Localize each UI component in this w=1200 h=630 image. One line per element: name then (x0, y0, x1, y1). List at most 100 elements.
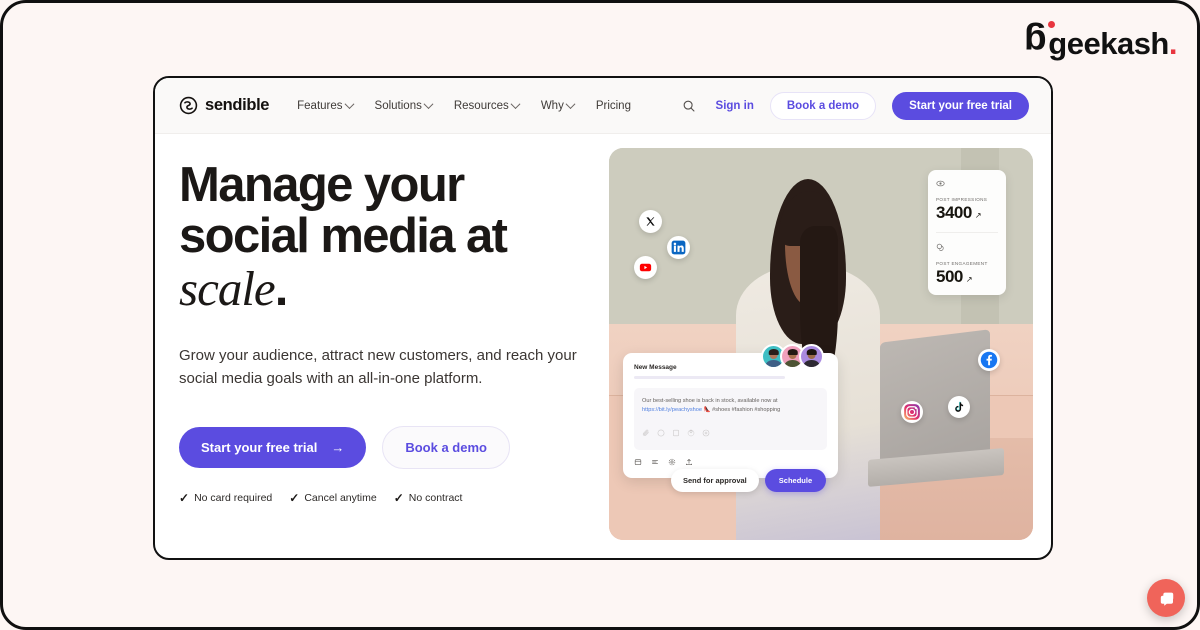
hero-cta-row: Start your free trial → Book a demo (179, 426, 597, 470)
headline-period: . (274, 261, 289, 316)
link-icon[interactable] (687, 429, 695, 437)
composer-text-emoji: 👠 (702, 407, 713, 414)
engagement-icon (936, 243, 944, 251)
upload-icon[interactable] (685, 458, 693, 466)
nav-item-why-label: Why (540, 99, 564, 112)
composer-text-plain: Our best-selling shoe is back in stock, … (642, 397, 778, 404)
composer-card: New Message Our best-selling shoe is bac… (623, 353, 838, 492)
trend-up-icon: ↗ (974, 211, 982, 220)
avatar[interactable] (799, 344, 824, 369)
nav-actions: Sign in Book a demo Start your free tria… (678, 91, 1029, 120)
nav-book-demo-button[interactable]: Book a demo (769, 91, 877, 120)
search-glyph (683, 100, 695, 112)
hero-subheading: Grow your audience, attract new customer… (179, 347, 577, 387)
nav-start-trial-button[interactable]: Start your free trial (892, 91, 1029, 120)
nav-item-resources[interactable]: Resources (454, 99, 521, 112)
nav-item-why[interactable]: Why (540, 99, 576, 112)
avatar-hair (787, 348, 798, 355)
composer-text-tags: #shoes #fashion #shopping (712, 407, 781, 414)
youtube-icon[interactable] (634, 256, 657, 279)
stat-engagement-label: POST ENGAGEMENT (936, 261, 988, 266)
headline-italic-word: scale (179, 260, 276, 316)
location-icon[interactable] (702, 429, 710, 437)
search-icon[interactable] (678, 95, 700, 117)
sendible-wordmark: sendible (205, 96, 270, 114)
photo-laptop-screen (880, 329, 991, 469)
facebook-icon[interactable] (978, 349, 1000, 371)
chat-widget-button[interactable] (1147, 579, 1185, 617)
chevron-down-icon (423, 99, 434, 110)
stat-impressions-value: 3400 (936, 203, 972, 222)
hero-media-column: POST IMPRESSIONS 3400 ↗ POST ENGAGEMENT (609, 148, 1033, 540)
tiktok-icon[interactable] (948, 396, 970, 418)
assurance-list: ✓ No card required ✓ Cancel anytime ✓ No… (179, 492, 597, 504)
site-navigation: sendible Features Solutions Resources Wh… (155, 78, 1051, 134)
image-icon[interactable] (672, 429, 680, 437)
x-glyph (646, 217, 655, 226)
check-icon: ✓ (393, 491, 404, 506)
chat-bubble-icon (1160, 592, 1173, 606)
stat-impressions-value-row: 3400 ↗ (936, 204, 998, 221)
composer-text-link[interactable]: https://bit.ly/peachyshoe (642, 407, 702, 413)
sendible-mark-icon (179, 96, 198, 115)
hero-copy-column: Manage your social media at scale. Grow … (179, 148, 597, 540)
calendar-icon[interactable] (634, 458, 642, 466)
facebook-glyph (980, 351, 998, 369)
instagram-icon[interactable] (901, 401, 923, 423)
browser-card: sendible Features Solutions Resources Wh… (153, 76, 1053, 560)
avatar-hair (768, 348, 779, 355)
headline-line-1: Manage your (179, 158, 465, 212)
composer-inline-toolbar (642, 429, 819, 437)
nav-item-features[interactable]: Features (297, 99, 354, 112)
sign-in-link[interactable]: Sign in (716, 100, 754, 112)
avatar-shoulders (765, 360, 782, 367)
geekash-red-dot (1048, 21, 1056, 28)
composer-text: Our best-selling shoe is back in stock, … (642, 397, 819, 417)
assurance-label: Cancel anytime (304, 492, 377, 505)
composer-body[interactable]: Our best-selling shoe is back in stock, … (634, 387, 827, 450)
eye-icon (936, 180, 945, 187)
page-frame: g geekash. sendible Features Solutions R… (0, 0, 1200, 630)
page-title: Manage your social media at scale. (179, 158, 597, 316)
assurance-item: ✓ Cancel anytime (289, 492, 376, 504)
nav-item-features-label: Features (297, 99, 343, 112)
stat-impressions: POST IMPRESSIONS 3400 ↗ (936, 179, 998, 221)
avatar-shoulders (784, 360, 801, 367)
stat-engagement-value: 500 (936, 267, 963, 286)
stat-engagement: POST ENGAGEMENT 500 ↗ (936, 232, 998, 285)
linkedin-glyph (671, 240, 686, 255)
attachment-icon[interactable] (642, 429, 650, 437)
settings-icon[interactable] (668, 458, 676, 466)
stat-impressions-label: POST IMPRESSIONS (936, 197, 988, 202)
stat-engagement-value-row: 500 ↗ (936, 268, 998, 285)
assurance-label: No contract (408, 492, 463, 505)
schedule-button[interactable]: Schedule (764, 468, 827, 492)
check-icon: ✓ (179, 491, 190, 506)
hero-section: Manage your social media at scale. Grow … (155, 134, 1051, 558)
hero-book-demo-button[interactable]: Book a demo (382, 426, 510, 470)
nav-item-solutions[interactable]: Solutions (375, 99, 434, 112)
assurance-item: ✓ No card required (179, 492, 272, 504)
emoji-icon[interactable] (657, 429, 665, 437)
nav-item-pricing[interactable]: Pricing (596, 100, 631, 112)
hero-start-trial-button[interactable]: Start your free trial → (179, 427, 367, 469)
sendible-logo[interactable]: sendible (179, 96, 269, 115)
queue-icon[interactable] (651, 458, 659, 466)
geekash-wordmark: geekash. (1048, 25, 1177, 61)
chevron-down-icon (344, 99, 354, 110)
hero-start-trial-label: Start your free trial (201, 440, 318, 456)
instagram-glyph (904, 404, 920, 420)
headline-line-2: social media at (179, 209, 508, 264)
x-twitter-icon[interactable] (639, 210, 662, 233)
geekash-g-mark: g (1024, 19, 1056, 63)
assurance-item: ✓ No contract (394, 492, 463, 504)
avatar-group (761, 344, 824, 369)
send-for-approval-button[interactable]: Send for approval (671, 468, 759, 492)
linkedin-icon[interactable] (667, 236, 690, 259)
youtube-glyph (639, 263, 652, 272)
avatar-hair (806, 348, 817, 355)
composer-footer-toolbar (634, 458, 827, 466)
stats-card: POST IMPRESSIONS 3400 ↗ POST ENGAGEMENT (928, 170, 1006, 295)
trend-up-icon: ↗ (965, 275, 973, 284)
arrow-right-icon: → (331, 440, 345, 456)
